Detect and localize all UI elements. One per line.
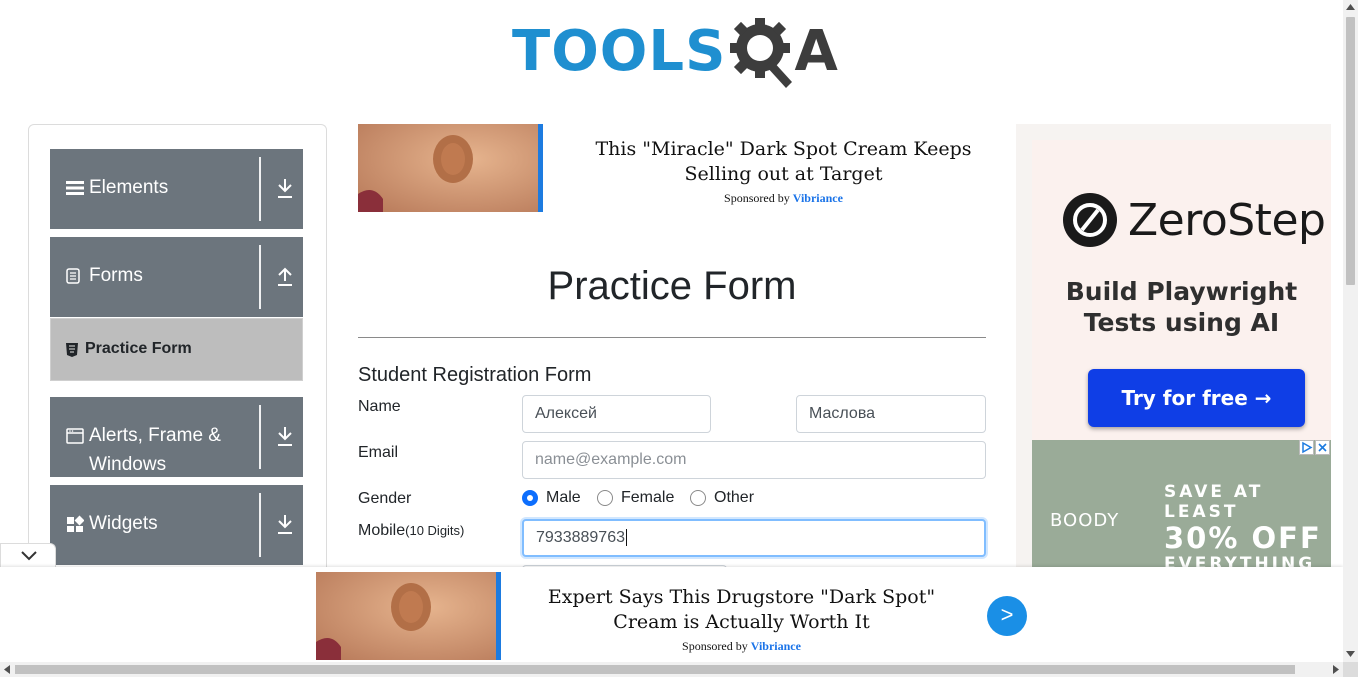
gender-female-label[interactable]: Female [621, 489, 674, 507]
gender-male-label[interactable]: Male [546, 489, 581, 507]
scroll-right-icon[interactable] [1333, 665, 1339, 674]
page: TOOLS A Elements Forms Practice Form Ale… [0, 0, 1358, 677]
email-input[interactable]: name@example.com [522, 441, 986, 479]
sidebar-group-alerts[interactable]: Alerts, Frame & Windows [50, 397, 303, 477]
sidebar-group-widgets[interactable]: Widgets [50, 485, 303, 565]
scrollbar-corner [1343, 662, 1358, 677]
mobile-label-text: Mobile [358, 522, 406, 539]
mobile-label: Mobile(10 Digits) [358, 522, 464, 540]
bottom-ad-image[interactable] [316, 572, 501, 660]
sidebar: Elements Forms Practice Form Alerts, Fra… [28, 124, 327, 584]
boody-offer: SAVE AT LEAST 30% OFF EVERYTHING [1164, 482, 1324, 574]
top-ad-image[interactable] [358, 124, 543, 212]
name-label: Name [358, 398, 401, 415]
gender-label: Gender [358, 490, 412, 507]
divider [259, 245, 261, 309]
sidebar-group-forms[interactable]: Forms [50, 237, 303, 317]
bottom-ad-bar: Expert Says This Drugstore "Dark Spot" C… [0, 567, 1343, 662]
download-icon[interactable] [276, 513, 294, 535]
logo-text: TOOLS [512, 19, 727, 84]
sponsor-link[interactable]: Vibriance [793, 191, 843, 205]
scroll-down-icon[interactable] [1346, 651, 1355, 657]
divider [259, 405, 261, 469]
divider [259, 157, 261, 221]
vertical-scrollbar[interactable] [1343, 0, 1358, 662]
zerostep-logo-icon [1063, 193, 1117, 247]
next-ad-button[interactable]: > [987, 596, 1027, 636]
page-title: Practice Form [547, 264, 797, 308]
sponsored-by-text: Sponsored by [682, 639, 748, 653]
form-title: Student Registration Form [358, 364, 592, 386]
bottom-ad-sponsor: Sponsored by Vibriance [530, 639, 953, 654]
top-ad-headline[interactable]: This "Miracle" Dark Spot Cream Keeps Sel… [565, 137, 1002, 187]
adchoices-icon[interactable] [1299, 440, 1314, 455]
window-icon [66, 428, 84, 444]
sidebar-item-label: Practice Form [85, 340, 192, 357]
sidebar-group-label: Widgets [89, 513, 158, 534]
horizontal-scrollbar[interactable] [0, 662, 1343, 677]
mobile-hint: (10 Digits) [405, 523, 465, 538]
try-for-free-button[interactable]: Try for free → [1088, 369, 1305, 427]
chevron-down-icon [21, 551, 37, 561]
scroll-left-icon[interactable] [4, 665, 10, 674]
gender-female-radio[interactable] [597, 490, 613, 506]
sponsor-link[interactable]: Vibriance [751, 639, 801, 653]
collapse-ad-button[interactable] [0, 543, 56, 567]
sidebar-group-label: Alerts, Frame & Windows [89, 425, 221, 475]
bottom-ad-headline[interactable]: Expert Says This Drugstore "Dark Spot" C… [530, 585, 953, 635]
zerostep-ad[interactable]: ZeroStep Build Playwright Tests using AI… [1032, 140, 1331, 440]
toolsqa-logo[interactable]: TOOLS A [512, 14, 838, 90]
boody-ad[interactable]: BOODY SAVE AT LEAST 30% OFF EVERYTHING [1032, 440, 1331, 574]
boody-offer-line1: SAVE AT LEAST [1164, 482, 1264, 522]
vertical-scroll-thumb[interactable] [1346, 17, 1355, 285]
horizontal-scroll-thumb[interactable] [15, 665, 1295, 674]
first-name-input[interactable]: Алексей [522, 395, 711, 433]
html5-icon [66, 343, 78, 357]
upload-icon[interactable] [276, 265, 294, 287]
download-icon[interactable] [276, 425, 294, 447]
sidebar-item-practice-form[interactable]: Practice Form [50, 318, 303, 381]
email-label: Email [358, 444, 399, 461]
close-ad-icon[interactable] [1315, 440, 1330, 455]
hamburger-icon [66, 181, 84, 195]
gender-other-label[interactable]: Other [714, 489, 754, 507]
scroll-up-icon[interactable] [1346, 4, 1355, 10]
sidebar-group-label: Elements [89, 177, 169, 198]
top-ad-sponsor: Sponsored by Vibriance [565, 191, 1002, 206]
right-ad: ZeroStep Build Playwright Tests using AI… [1016, 124, 1331, 574]
boody-logo: BOODY [1050, 510, 1120, 531]
logo-a-text: A [794, 19, 838, 84]
last-name-input[interactable]: Маслова [796, 395, 986, 433]
gender-other-radio[interactable] [690, 490, 706, 506]
divider [358, 337, 986, 338]
mobile-input-value: 7933889763 [536, 529, 625, 546]
logo-gear-icon: A [728, 14, 838, 90]
sidebar-group-elements[interactable]: Elements [50, 149, 303, 229]
text-caret [625, 529, 627, 547]
widgets-icon [67, 515, 84, 532]
divider [259, 493, 261, 557]
boody-offer-line2: 30% OFF [1164, 521, 1322, 555]
zerostep-brand: ZeroStep [1128, 195, 1326, 246]
download-icon[interactable] [276, 177, 294, 199]
gender-male-radio[interactable] [522, 490, 538, 506]
sponsored-by-text: Sponsored by [724, 191, 790, 205]
mobile-input[interactable]: 7933889763 [522, 519, 986, 557]
zerostep-tagline: Build Playwright Tests using AI [1065, 277, 1298, 337]
sidebar-group-label: Forms [89, 265, 143, 286]
document-icon [66, 268, 80, 284]
